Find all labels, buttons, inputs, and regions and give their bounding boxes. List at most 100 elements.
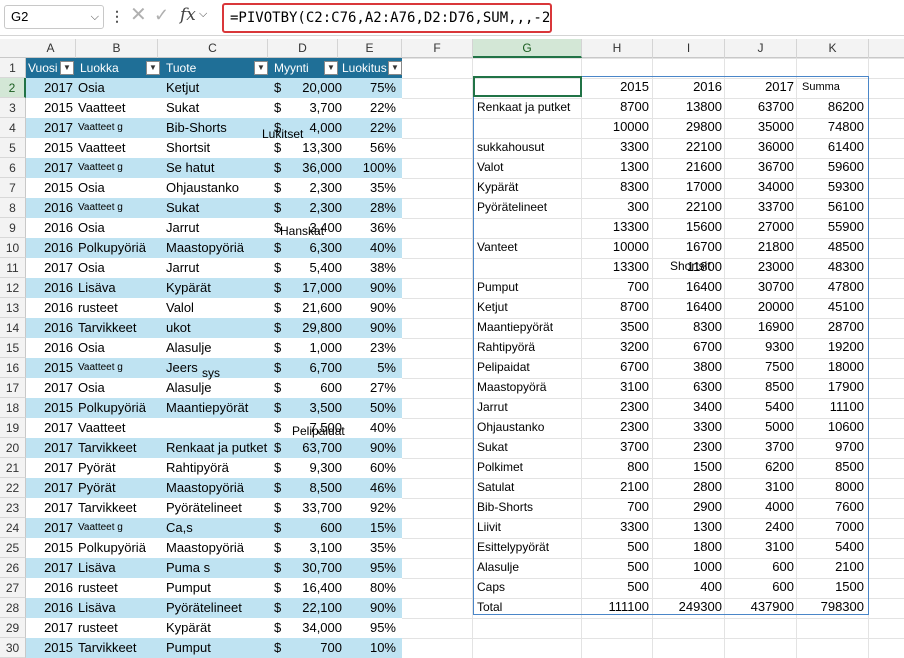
- table-cell[interactable]: Tarvikkeet: [78, 638, 162, 658]
- table-cell[interactable]: Ketjut: [166, 78, 272, 98]
- table-cell[interactable]: Pyörät: [78, 478, 162, 498]
- column-header-f[interactable]: F: [402, 39, 473, 58]
- table-cell[interactable]: Vaatteet g: [78, 358, 162, 378]
- table-cell[interactable]: 17,000: [284, 278, 346, 298]
- table-cell[interactable]: Tarvikkeet: [78, 438, 162, 458]
- table-cell[interactable]: Pumput: [166, 638, 272, 658]
- row-header-17[interactable]: 17: [0, 378, 26, 398]
- row-header-24[interactable]: 24: [0, 518, 26, 538]
- table-cell[interactable]: Maastopyöriä: [166, 478, 272, 498]
- row-header-23[interactable]: 23: [0, 498, 26, 518]
- filter-dropdown-icon[interactable]: ▼: [388, 61, 402, 75]
- column-header-b[interactable]: B: [76, 39, 158, 58]
- table-cell[interactable]: 2016: [26, 298, 76, 318]
- table-cell[interactable]: Alasulje: [166, 378, 272, 398]
- table-cell[interactable]: 1,000: [284, 338, 346, 358]
- table-cell[interactable]: Renkaat ja putket: [166, 438, 272, 458]
- table-cell[interactable]: Osia: [78, 258, 162, 278]
- insert-function-icon[interactable]: fx: [180, 4, 196, 26]
- row-header-28[interactable]: 28: [0, 598, 26, 618]
- table-cell[interactable]: Pyörätelineet: [166, 498, 272, 518]
- table-cell[interactable]: Puma s: [166, 558, 272, 578]
- table-cell[interactable]: Maastopyöriä: [166, 238, 272, 258]
- table-cell[interactable]: rusteet: [78, 618, 162, 638]
- table-cell[interactable]: Ca,s: [166, 518, 272, 538]
- table-cell[interactable]: 36,000: [284, 158, 346, 178]
- table-cell[interactable]: 2017: [26, 558, 76, 578]
- table-cell[interactable]: 2016: [26, 338, 76, 358]
- table-cell[interactable]: Ohjaustanko: [166, 178, 272, 198]
- table-cell[interactable]: 2016: [26, 198, 76, 218]
- table-cell[interactable]: Rahtipyörä: [166, 458, 272, 478]
- table-cell[interactable]: Sukat: [166, 198, 272, 218]
- column-header-h[interactable]: H: [582, 39, 653, 58]
- table-cell[interactable]: 95%: [340, 558, 400, 578]
- table-cell[interactable]: Tarvikkeet: [78, 498, 162, 518]
- table-cell[interactable]: 90%: [340, 318, 400, 338]
- table-cell[interactable]: Osia: [78, 338, 162, 358]
- table-cell[interactable]: 90%: [340, 598, 400, 618]
- table-cell[interactable]: Lisäva: [78, 278, 162, 298]
- table-cell[interactable]: Maantiepyörät: [166, 398, 272, 418]
- table-cell[interactable]: 2015: [26, 538, 76, 558]
- column-header-a[interactable]: A: [26, 39, 76, 58]
- row-header-1[interactable]: 1: [0, 58, 26, 78]
- table-cell[interactable]: 20,000: [284, 78, 346, 98]
- row-header-29[interactable]: 29: [0, 618, 26, 638]
- table-cell[interactable]: 2017: [26, 258, 76, 278]
- table-cell[interactable]: Shortsit: [166, 138, 272, 158]
- table-cell[interactable]: Polkupyöriä: [78, 398, 162, 418]
- table-cell[interactable]: Osia: [78, 218, 162, 238]
- table-cell[interactable]: 8,500: [284, 478, 346, 498]
- row-header-22[interactable]: 22: [0, 478, 26, 498]
- table-cell[interactable]: 29,800: [284, 318, 346, 338]
- row-header-8[interactable]: 8: [0, 198, 26, 218]
- table-cell[interactable]: Lisäva: [78, 598, 162, 618]
- table-cell[interactable]: 33,700: [284, 498, 346, 518]
- filter-dropdown-icon[interactable]: ▼: [324, 61, 338, 75]
- row-header-21[interactable]: 21: [0, 458, 26, 478]
- table-cell[interactable]: 75%: [340, 78, 400, 98]
- column-header-j[interactable]: J: [725, 39, 797, 58]
- row-header-15[interactable]: 15: [0, 338, 26, 358]
- table-cell[interactable]: 22%: [340, 118, 400, 138]
- filter-dropdown-icon[interactable]: ▼: [146, 61, 160, 75]
- row-header-25[interactable]: 25: [0, 538, 26, 558]
- table-cell[interactable]: Osia: [78, 178, 162, 198]
- table-cell[interactable]: 5%: [340, 358, 400, 378]
- column-header-d[interactable]: D: [268, 39, 338, 58]
- table-cell[interactable]: 9,300: [284, 458, 346, 478]
- table-cell[interactable]: 2016: [26, 598, 76, 618]
- row-header-10[interactable]: 10: [0, 238, 26, 258]
- table-cell[interactable]: 90%: [340, 298, 400, 318]
- table-cell[interactable]: Osia: [78, 378, 162, 398]
- column-header-k[interactable]: K: [797, 39, 869, 58]
- table-cell[interactable]: 3,500: [284, 398, 346, 418]
- table-cell[interactable]: Vaatteet g: [78, 118, 162, 138]
- row-header-11[interactable]: 11: [0, 258, 26, 278]
- table-cell[interactable]: 38%: [340, 258, 400, 278]
- table-cell[interactable]: Lisäva: [78, 558, 162, 578]
- table-cell[interactable]: 100%: [340, 158, 400, 178]
- table-cell[interactable]: 90%: [340, 278, 400, 298]
- row-header-9[interactable]: 9: [0, 218, 26, 238]
- table-cell[interactable]: 22%: [340, 98, 400, 118]
- column-header-c[interactable]: C: [158, 39, 268, 58]
- table-cell[interactable]: 63,700: [284, 438, 346, 458]
- table-cell[interactable]: Tarvikkeet: [78, 318, 162, 338]
- column-header-e[interactable]: E: [338, 39, 402, 58]
- row-header-26[interactable]: 26: [0, 558, 26, 578]
- table-cell[interactable]: Valol: [166, 298, 272, 318]
- table-cell[interactable]: 2015: [26, 178, 76, 198]
- table-cell[interactable]: Vaatteet g: [78, 198, 162, 218]
- row-header-16[interactable]: 16: [0, 358, 26, 378]
- table-cell[interactable]: Jarrut: [166, 218, 272, 238]
- table-cell[interactable]: 50%: [340, 398, 400, 418]
- table-cell[interactable]: Se hatut: [166, 158, 272, 178]
- table-cell[interactable]: Alasulje: [166, 338, 272, 358]
- table-cell[interactable]: 16,400: [284, 578, 346, 598]
- table-cell[interactable]: Vaatteet: [78, 138, 162, 158]
- chevron-down-icon[interactable]: ⌵: [199, 8, 207, 21]
- table-cell[interactable]: Bib-Shorts: [166, 118, 272, 138]
- table-cell[interactable]: 56%: [340, 138, 400, 158]
